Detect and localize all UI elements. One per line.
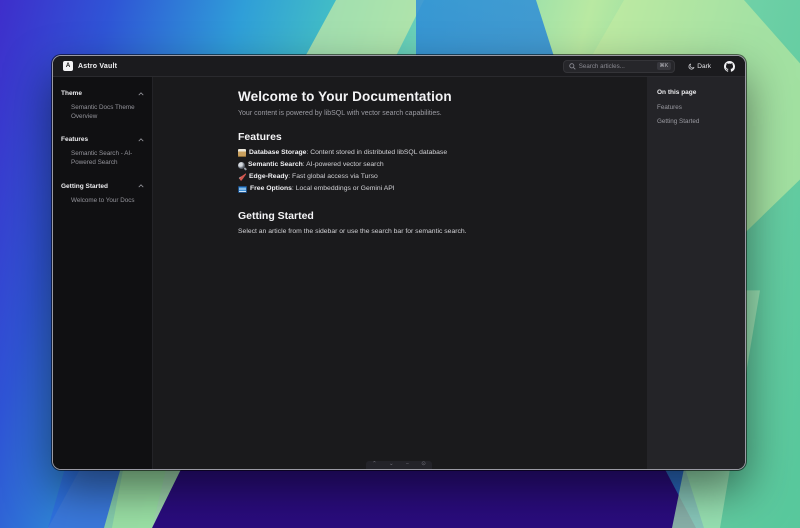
- sidebar-section-label: Features: [61, 136, 88, 143]
- sidebar-section-theme: Theme Semantic Docs Theme Overview: [61, 90, 144, 121]
- sidebar-item-semantic-search[interactable]: Semantic Search - AI-Powered Search: [61, 149, 144, 167]
- sidebar-section-getting-started: Getting Started Welcome to Your Docs: [61, 183, 144, 205]
- feature-item: Free Options: Local embeddings or Gemini…: [238, 185, 627, 193]
- docs-sidebar: Theme Semantic Docs Theme Overview Featu…: [53, 77, 153, 469]
- feature-desc: : Fast global access via Turso: [288, 173, 378, 180]
- github-link[interactable]: [724, 61, 735, 72]
- feature-item: Database Storage: Content stored in dist…: [238, 149, 627, 157]
- desktop-wallpaper: A Astro Vault ⌘K Dark: [0, 0, 800, 528]
- sidebar-section-features: Features Semantic Search - AI-Powered Se…: [61, 136, 144, 167]
- feature-term: Free Options: [250, 185, 292, 192]
- getting-started-text: Select an article from the sidebar or us…: [238, 228, 627, 235]
- sidebar-section-header[interactable]: Getting Started: [61, 183, 144, 190]
- sidebar-section-label: Theme: [61, 90, 82, 97]
- chevron-up-icon: [138, 184, 144, 188]
- getting-started-heading: Getting Started: [238, 210, 627, 222]
- scroll-down-icon[interactable]: ⌄: [389, 462, 394, 468]
- sidebar-section-header[interactable]: Features: [61, 136, 144, 143]
- theme-toggle-button[interactable]: Dark: [688, 63, 711, 70]
- app-window: A Astro Vault ⌘K Dark: [52, 55, 746, 470]
- magnifier-emoji-icon: [238, 162, 245, 169]
- target-icon[interactable]: ⊙: [421, 462, 426, 468]
- bottom-controls-bar: ⌃ ⌄ − ⊙: [366, 461, 432, 469]
- feature-item: Edge-Ready: Fast global access via Turso: [238, 173, 627, 181]
- theme-toggle-label: Dark: [697, 63, 711, 70]
- search-shortcut-badge: ⌘K: [657, 62, 671, 70]
- sidebar-item-welcome-to-your-docs[interactable]: Welcome to Your Docs: [61, 196, 144, 205]
- scroll-up-icon[interactable]: ⌃: [372, 462, 377, 468]
- feature-term: Database Storage: [249, 149, 306, 156]
- search-box[interactable]: ⌘K: [563, 60, 675, 73]
- github-icon: [724, 61, 735, 72]
- toc-link-getting-started[interactable]: Getting Started: [657, 118, 735, 125]
- free-button-emoji-icon: [238, 186, 247, 193]
- card-file-box-emoji-icon: [238, 149, 246, 157]
- sidebar-item-semantic-docs-theme-overview[interactable]: Semantic Docs Theme Overview: [61, 103, 144, 121]
- app-logo[interactable]: A: [63, 61, 73, 71]
- search-icon: [569, 63, 576, 70]
- feature-desc: : AI-powered vector search: [303, 161, 384, 168]
- app-title[interactable]: Astro Vault: [78, 63, 117, 70]
- toc-title: On this page: [657, 89, 735, 96]
- article-content: Welcome to Your Documentation Your conte…: [153, 77, 647, 469]
- chevron-up-icon: [138, 92, 144, 96]
- toc-link-features[interactable]: Features: [657, 104, 735, 111]
- search-input[interactable]: [579, 63, 654, 70]
- feature-item: Semantic Search: AI-powered vector searc…: [238, 161, 627, 169]
- feature-term: Edge-Ready: [249, 173, 288, 180]
- feature-desc: : Local embeddings or Gemini API: [292, 185, 395, 192]
- page-intro: Your content is powered by libSQL with v…: [238, 110, 627, 117]
- window-body: Theme Semantic Docs Theme Overview Featu…: [53, 77, 745, 469]
- moon-icon: [688, 63, 695, 70]
- rocket-emoji-icon: [238, 173, 246, 181]
- app-header: A Astro Vault ⌘K Dark: [53, 56, 745, 77]
- feature-term: Semantic Search: [248, 161, 303, 168]
- chevron-up-icon: [138, 138, 144, 142]
- on-this-page-panel: On this page Features Getting Started: [647, 77, 745, 469]
- features-list: Database Storage: Content stored in dist…: [238, 149, 627, 193]
- page-title: Welcome to Your Documentation: [238, 89, 627, 104]
- sidebar-section-header[interactable]: Theme: [61, 90, 144, 97]
- zoom-out-icon[interactable]: −: [406, 462, 409, 468]
- feature-desc: : Content stored in distributed libSQL d…: [306, 149, 447, 156]
- sidebar-section-label: Getting Started: [61, 183, 108, 190]
- features-heading: Features: [238, 131, 627, 143]
